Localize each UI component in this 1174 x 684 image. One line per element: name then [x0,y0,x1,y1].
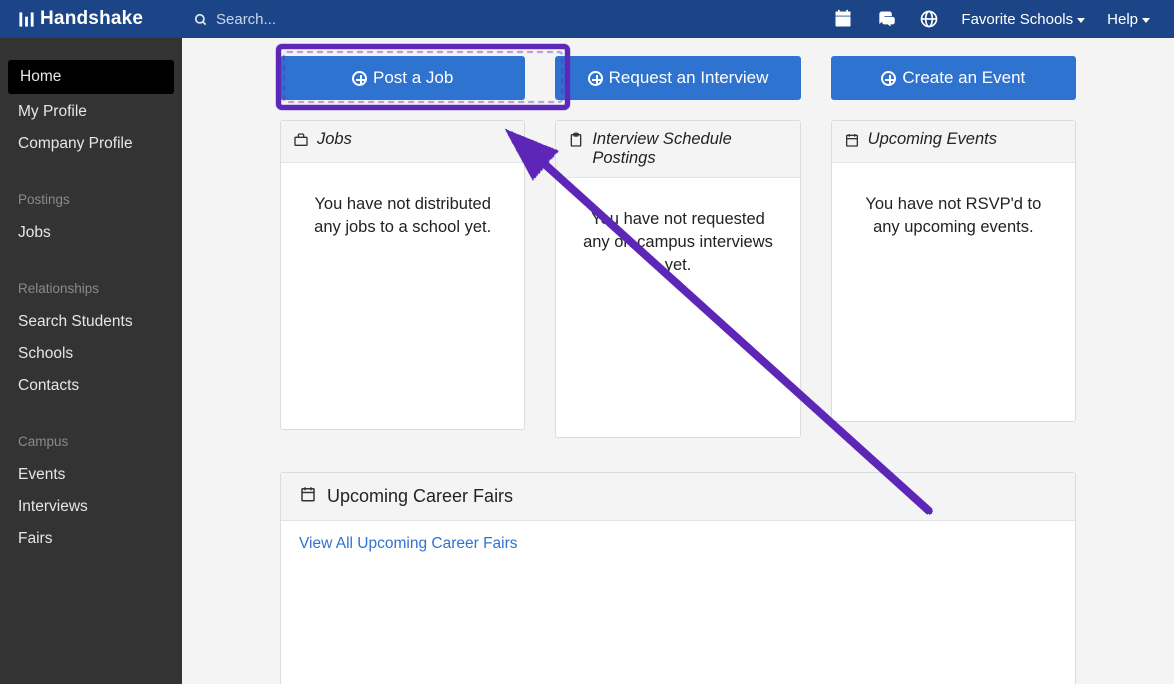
plus-circle-icon [881,71,896,86]
calendar-small-icon [844,132,860,153]
topbar-right: Favorite Schools Help [833,9,1174,29]
sidebar-item-contacts[interactable]: Contacts [0,372,182,400]
search-input[interactable] [216,11,476,28]
sidebar-item-my-profile[interactable]: My Profile [0,98,182,126]
career-fairs-title: Upcoming Career Fairs [327,486,513,507]
sidebar-item-search-students[interactable]: Search Students [0,308,182,336]
calendar-icon[interactable] [833,9,853,29]
post-job-label: Post a Job [373,68,453,88]
topbar: Handshake Favorite Schools Help [0,0,1174,38]
panel-interviews-head: Interview Schedule Postings [556,121,799,178]
chat-icon[interactable] [875,9,897,29]
plus-circle-icon [352,71,367,86]
panel-jobs-body: You have not distributed any jobs to a s… [281,163,524,269]
logo-icon [18,11,35,28]
sidebar-section-relationships: Relationships [0,281,182,296]
plus-circle-icon [588,71,603,86]
favorite-schools-dropdown[interactable]: Favorite Schools [961,11,1085,28]
panel-career-fairs-head: Upcoming Career Fairs [281,473,1075,521]
request-interview-label: Request an Interview [609,68,769,88]
dashboard-columns: Post a Job Jobs You have not distributed… [200,56,1156,438]
sidebar-item-company-profile[interactable]: Company Profile [0,130,182,158]
sidebar-item-fairs[interactable]: Fairs [0,525,182,553]
favorite-schools-label: Favorite Schools [961,11,1073,28]
sidebar-item-interviews[interactable]: Interviews [0,493,182,521]
sidebar: Home My Profile Company Profile Postings… [0,38,182,684]
post-job-button[interactable]: Post a Job [280,56,525,100]
column-interviews: Request an Interview Interview Schedule … [555,56,800,438]
calendar-small-icon [299,485,317,508]
sidebar-section-campus: Campus [0,434,182,449]
column-jobs: Post a Job Jobs You have not distributed… [280,56,525,438]
clipboard-icon [568,132,584,153]
caret-down-icon [1142,18,1150,23]
sidebar-item-home[interactable]: Home [8,60,174,94]
panel-events-head: Upcoming Events [832,121,1075,163]
panel-jobs: Jobs You have not distributed any jobs t… [280,120,525,430]
caret-down-icon [1077,18,1085,23]
request-interview-button[interactable]: Request an Interview [555,56,800,100]
view-all-fairs-link[interactable]: View All Upcoming Career Fairs [299,535,518,552]
sidebar-item-jobs[interactable]: Jobs [0,219,182,247]
panel-career-fairs-body: View All Upcoming Career Fairs [281,521,1075,684]
panel-interviews-title: Interview Schedule Postings [592,130,787,168]
sidebar-item-schools[interactable]: Schools [0,340,182,368]
panel-jobs-title: Jobs [317,130,352,149]
panel-jobs-head: Jobs [281,121,524,163]
sidebar-section-postings: Postings [0,192,182,207]
search-icon [194,13,208,27]
help-label: Help [1107,11,1138,28]
panel-career-fairs: Upcoming Career Fairs View All Upcoming … [280,472,1076,684]
panel-interviews-body: You have not requested any on campus int… [556,178,799,307]
briefcase-icon [293,132,309,153]
globe-icon[interactable] [919,9,939,29]
brand-text: Handshake [40,8,143,30]
create-event-button[interactable]: Create an Event [831,56,1076,100]
sidebar-item-events[interactable]: Events [0,461,182,489]
panel-interviews: Interview Schedule Postings You have not… [555,120,800,438]
column-events: Create an Event Upcoming Events You have… [831,56,1076,438]
panel-events-title: Upcoming Events [868,130,997,149]
panel-events: Upcoming Events You have not RSVP'd to a… [831,120,1076,422]
panel-events-body: You have not RSVP'd to any upcoming even… [832,163,1075,269]
help-dropdown[interactable]: Help [1107,11,1150,28]
main-content: Post a Job Jobs You have not distributed… [182,38,1174,684]
search-wrap [182,11,833,28]
brand-logo[interactable]: Handshake [0,8,182,30]
create-event-label: Create an Event [902,68,1025,88]
